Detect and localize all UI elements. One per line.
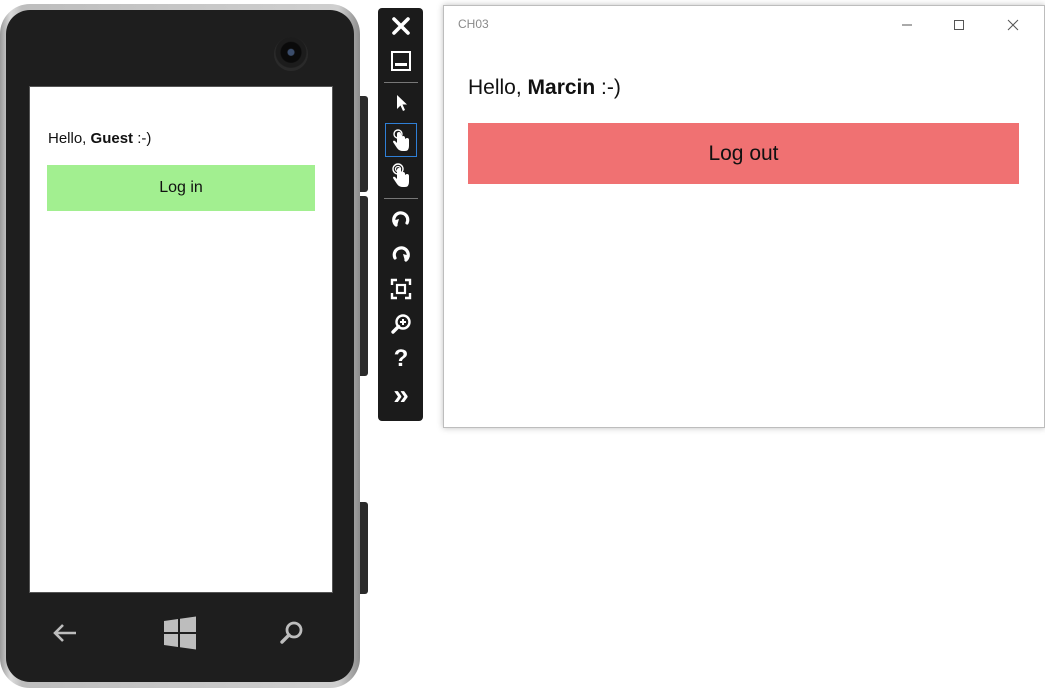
- user-name: Guest: [90, 130, 134, 147]
- app-window: CH03 Hello, Marcin :-) Log out: [443, 5, 1045, 428]
- login-button[interactable]: Log in: [47, 165, 315, 211]
- toolbar-divider: [384, 198, 418, 199]
- zoom-icon[interactable]: [386, 309, 416, 339]
- window-minimize-icon[interactable]: [894, 14, 920, 36]
- camera-button[interactable]: [360, 502, 368, 594]
- windows-start-icon[interactable]: [160, 616, 200, 650]
- phone-greeting: Hello, Guest :-): [48, 130, 151, 147]
- power-button[interactable]: [360, 196, 368, 376]
- greeting-prefix: Hello,: [468, 76, 528, 99]
- rotate-left-icon[interactable]: [386, 203, 416, 233]
- pointer-icon[interactable]: [386, 88, 416, 118]
- user-name: Marcin: [527, 76, 596, 99]
- single-touch-icon[interactable]: [385, 123, 417, 157]
- logout-button[interactable]: Log out: [468, 123, 1019, 184]
- minimize-icon[interactable]: [386, 46, 416, 76]
- volume-button[interactable]: [360, 96, 368, 192]
- greeting-suffix: :-): [133, 130, 152, 147]
- front-camera: [274, 37, 308, 71]
- window-close-icon[interactable]: [1000, 14, 1026, 36]
- greeting-prefix: Hello,: [48, 130, 91, 147]
- help-icon[interactable]: ?: [386, 344, 416, 374]
- greeting-suffix: :-): [595, 76, 621, 99]
- close-icon[interactable]: [386, 11, 416, 41]
- toolbar-divider: [384, 82, 418, 83]
- phone-emulator: Hello, Guest :-) Log in: [0, 4, 368, 688]
- pinch-zoom-icon[interactable]: [386, 160, 416, 190]
- fit-to-screen-icon[interactable]: [386, 274, 416, 304]
- window-greeting: Hello, Marcin :-): [468, 76, 621, 100]
- rotate-right-icon[interactable]: [386, 238, 416, 268]
- search-icon[interactable]: [272, 616, 312, 650]
- additional-tools-icon[interactable]: »: [386, 380, 416, 410]
- window-maximize-icon[interactable]: [946, 14, 972, 36]
- phone-screen: Hello, Guest :-) Log in: [29, 86, 333, 593]
- window-title: CH03: [458, 17, 489, 31]
- back-icon[interactable]: [45, 616, 85, 650]
- emulator-toolbar: ? »: [378, 8, 423, 421]
